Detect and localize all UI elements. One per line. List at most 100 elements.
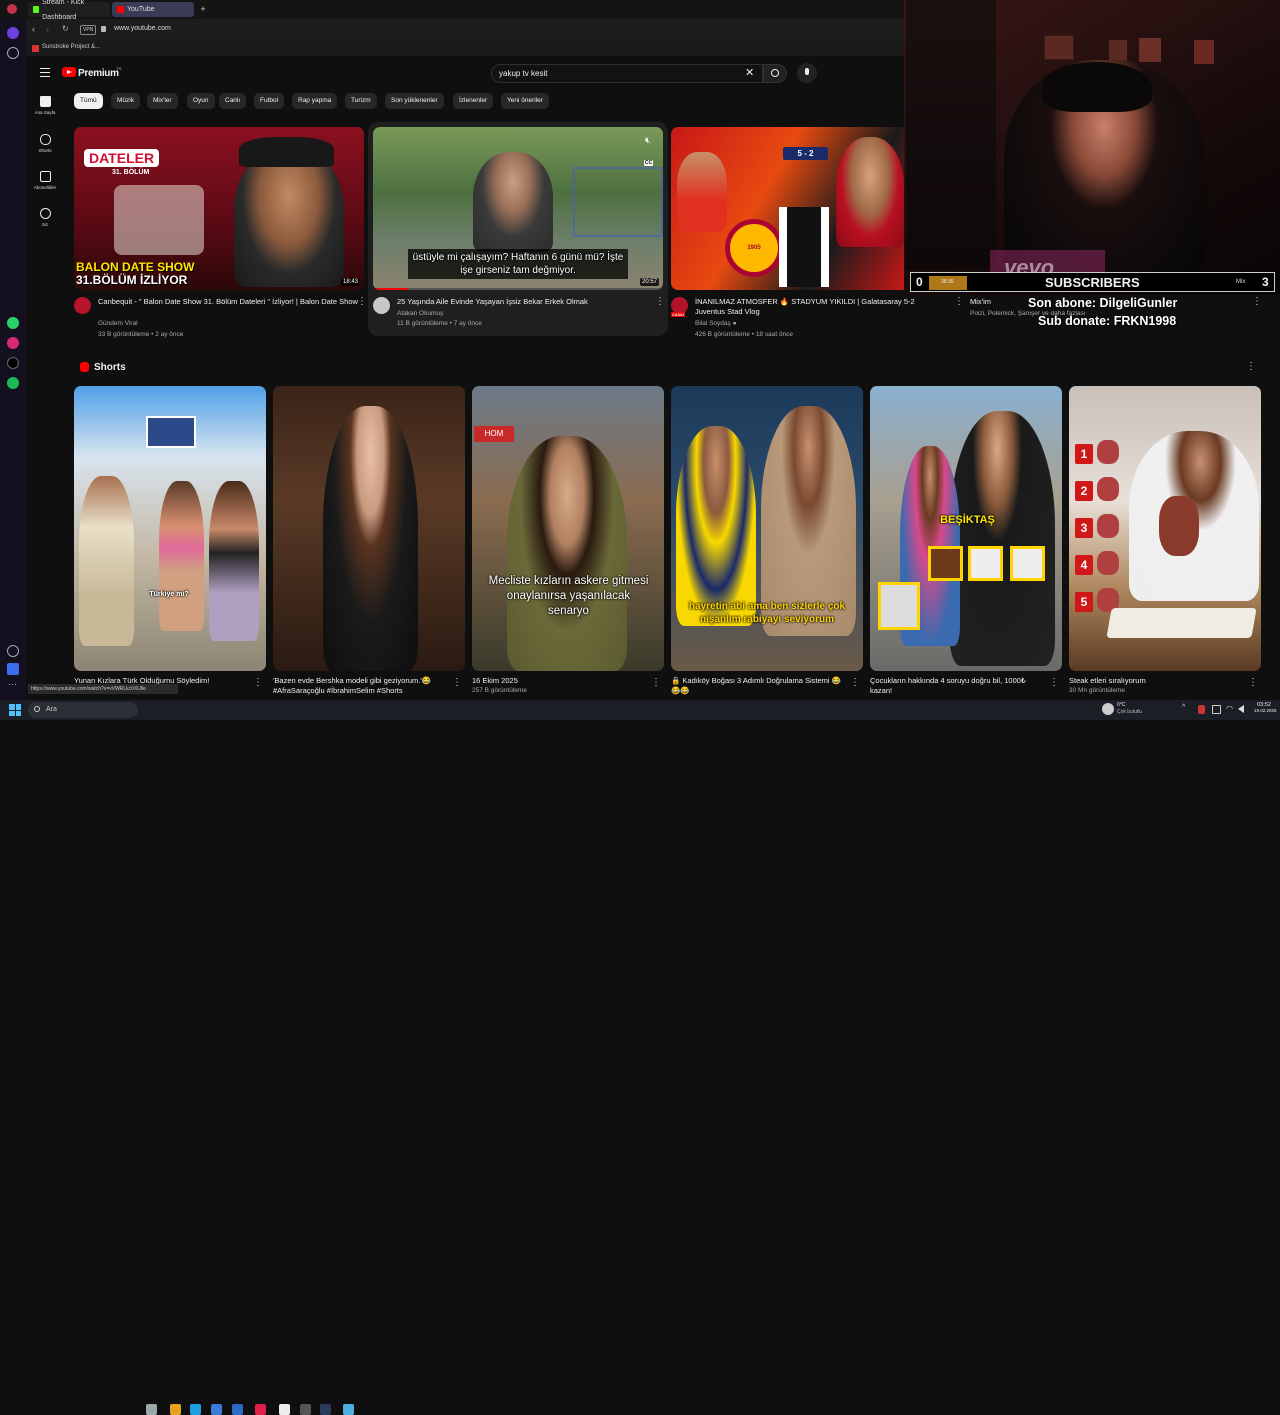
new-tab-icon[interactable]: + xyxy=(198,4,208,14)
obs-icon[interactable] xyxy=(300,1404,311,1415)
clear-search-icon[interactable]: ✕ xyxy=(745,66,754,79)
youtube-logo-icon[interactable] xyxy=(62,67,76,77)
video-thumbnail[interactable]: 5 - 2 1905 xyxy=(671,127,904,290)
short-menu-icon[interactable]: ⋮ xyxy=(850,678,860,688)
home-rail-icon[interactable] xyxy=(7,27,19,39)
shorts-menu-icon[interactable]: ⋮ xyxy=(1246,362,1256,372)
short-thumbnail[interactable]: 1 2 3 4 5 xyxy=(1069,386,1261,671)
video-menu-icon[interactable]: ⋮ xyxy=(1252,297,1262,307)
hamburger-menu-icon[interactable] xyxy=(40,68,50,77)
short-menu-icon[interactable]: ⋮ xyxy=(1049,678,1059,688)
tray-app-icon[interactable] xyxy=(1212,705,1221,714)
video-menu-icon[interactable]: ⋮ xyxy=(954,297,964,307)
x-twitter-icon[interactable] xyxy=(7,357,19,369)
volume-icon[interactable] xyxy=(1238,705,1244,713)
video-channel[interactable]: Gündem Viral xyxy=(98,319,360,329)
nav-shorts[interactable]: Shorts xyxy=(26,134,64,153)
heart-rail-icon[interactable] xyxy=(7,645,19,657)
short-menu-icon[interactable]: ⋮ xyxy=(452,678,462,688)
short-thumbnail[interactable] xyxy=(273,386,465,671)
nav-home[interactable]: Ana Sayfa xyxy=(26,96,64,115)
more-rail-icon[interactable]: ⋯ xyxy=(8,679,17,690)
nav-you[interactable]: Siz xyxy=(26,208,64,227)
file-icon[interactable] xyxy=(279,1404,290,1415)
video-menu-icon[interactable]: ⋮ xyxy=(357,297,367,307)
video-title[interactable]: Canbequit - " Balon Date Show 31. Bölüm … xyxy=(98,297,360,307)
wallet-rail-icon[interactable] xyxy=(7,663,19,675)
thumb-person-left xyxy=(79,476,134,646)
weather-icon[interactable] xyxy=(1102,703,1114,715)
video-thumbnail[interactable]: DATELER 31. BÖLÜM BALON DATE SHOW 31.BÖL… xyxy=(74,127,364,290)
clock[interactable]: 03:52 19.02.2026 xyxy=(1254,702,1277,713)
video-title[interactable]: İNANILMAZ ATMOSFER 🔥 STADYUM YIKILDI | G… xyxy=(695,297,940,317)
chip-6[interactable]: Rap yapma xyxy=(292,93,338,109)
chip-8[interactable]: Son yüklenenler xyxy=(385,93,444,109)
short-menu-icon[interactable]: ⋮ xyxy=(651,678,661,688)
tray-app-icon[interactable] xyxy=(1198,705,1205,714)
short-menu-icon[interactable]: ⋮ xyxy=(1248,678,1258,688)
video-channel[interactable]: Bilal Soydaş ● xyxy=(695,319,895,329)
search-button[interactable] xyxy=(763,64,787,83)
short-thumbnail[interactable]: hayretin abi ama ben sizlerle çok nişanl… xyxy=(671,386,863,671)
chip-0[interactable]: Tümü xyxy=(74,93,103,109)
short-title[interactable]: Steak etleri sıralıyorum xyxy=(1069,676,1247,686)
chip-7[interactable]: Turizm xyxy=(345,93,377,109)
chrome-icon[interactable] xyxy=(170,1404,181,1415)
tab-kick[interactable]: Stream - Kick Dashboard xyxy=(28,0,110,21)
instagram-icon[interactable] xyxy=(7,337,19,349)
reload-icon[interactable]: ↻ xyxy=(62,24,69,33)
short-thumbnail[interactable]: HOM Mecliste kızların askere gitmesi ona… xyxy=(472,386,664,671)
short-title[interactable]: 🔒 Kadıköy Boğası 3 Adımlı Doğrulama Sist… xyxy=(671,676,849,696)
tray-chevron-icon[interactable]: ^ xyxy=(1182,704,1185,711)
youtube-region: TR xyxy=(116,66,122,71)
short-title[interactable]: 'Bazen evde Bershka modeli gibi geziyoru… xyxy=(273,676,451,696)
spotify-icon[interactable] xyxy=(7,377,19,389)
bookmark-item[interactable]: Sunstroke Project &... xyxy=(42,44,100,50)
opera-logo-icon[interactable] xyxy=(7,4,17,14)
chip-9[interactable]: İzlenenler xyxy=(453,93,494,109)
search-icon xyxy=(771,69,779,77)
chip-4[interactable]: Canlı xyxy=(219,93,247,109)
windows-start-icon[interactable] xyxy=(9,704,21,716)
video-thumbnail[interactable]: 🔇︎ CC üstüyle mi çalışayım? Haftanın 6 g… xyxy=(373,127,663,290)
vpn-badge[interactable]: VPN xyxy=(80,25,97,35)
mute-icon[interactable]: 🔇︎ xyxy=(645,135,651,146)
taskbar-search[interactable]: Ara xyxy=(28,702,138,718)
voice-search-button[interactable] xyxy=(797,63,817,83)
chip-3[interactable]: Oyun xyxy=(187,93,215,109)
short-thumbnail[interactable]: BEŞİKTAŞ xyxy=(870,386,1062,671)
cc-icon[interactable]: CC xyxy=(644,160,654,166)
nav-subscriptions[interactable]: Abonelikler xyxy=(26,171,64,190)
star-rail-icon[interactable] xyxy=(7,47,19,59)
wifi-icon[interactable]: ◠ xyxy=(1226,704,1233,713)
tab-youtube[interactable]: YouTube xyxy=(112,2,194,17)
whatsapp-icon[interactable] xyxy=(7,317,19,329)
steam-icon[interactable] xyxy=(320,1404,331,1415)
video-menu-icon[interactable]: ⋮ xyxy=(655,297,665,307)
store-icon[interactable] xyxy=(211,1404,222,1415)
video-title[interactable]: 25 Yaşında Aile Evinde Yaşayan İşsiz Bek… xyxy=(397,297,659,307)
forward-icon[interactable]: › xyxy=(46,24,49,34)
video-channel[interactable]: Atakan Okumuş xyxy=(397,309,659,319)
short-caption: Türkiye mi? xyxy=(149,591,189,598)
thumb-woman xyxy=(323,406,418,671)
short-title[interactable]: Çocukların hakkında 4 soruyu doğru bil, … xyxy=(870,676,1048,696)
task-view-icon[interactable] xyxy=(146,1404,157,1415)
search-input[interactable]: yakup tv kesit xyxy=(491,64,763,83)
short-thumbnail[interactable]: Türkiye mi? xyxy=(74,386,266,671)
channel-avatar[interactable] xyxy=(373,297,390,314)
channel-avatar[interactable] xyxy=(74,297,91,314)
short-menu-icon[interactable]: ⋮ xyxy=(253,678,263,688)
youtube-logo-text[interactable]: Premium xyxy=(78,68,119,79)
notepad-icon[interactable] xyxy=(343,1404,354,1415)
edge-icon[interactable] xyxy=(190,1404,201,1415)
opera-gx-icon[interactable] xyxy=(255,1404,266,1415)
url-input[interactable]: www.youtube.com xyxy=(114,25,171,32)
chip-10[interactable]: Yeni öneriler xyxy=(501,93,549,109)
back-icon[interactable]: ‹ xyxy=(32,24,35,34)
chip-2[interactable]: Mix'ler xyxy=(147,93,178,109)
mail-icon[interactable] xyxy=(232,1404,243,1415)
chip-1[interactable]: Müzik xyxy=(111,93,140,109)
chip-5[interactable]: Futbol xyxy=(254,93,285,109)
short-title[interactable]: 16 Ekim 2025 xyxy=(472,676,650,686)
